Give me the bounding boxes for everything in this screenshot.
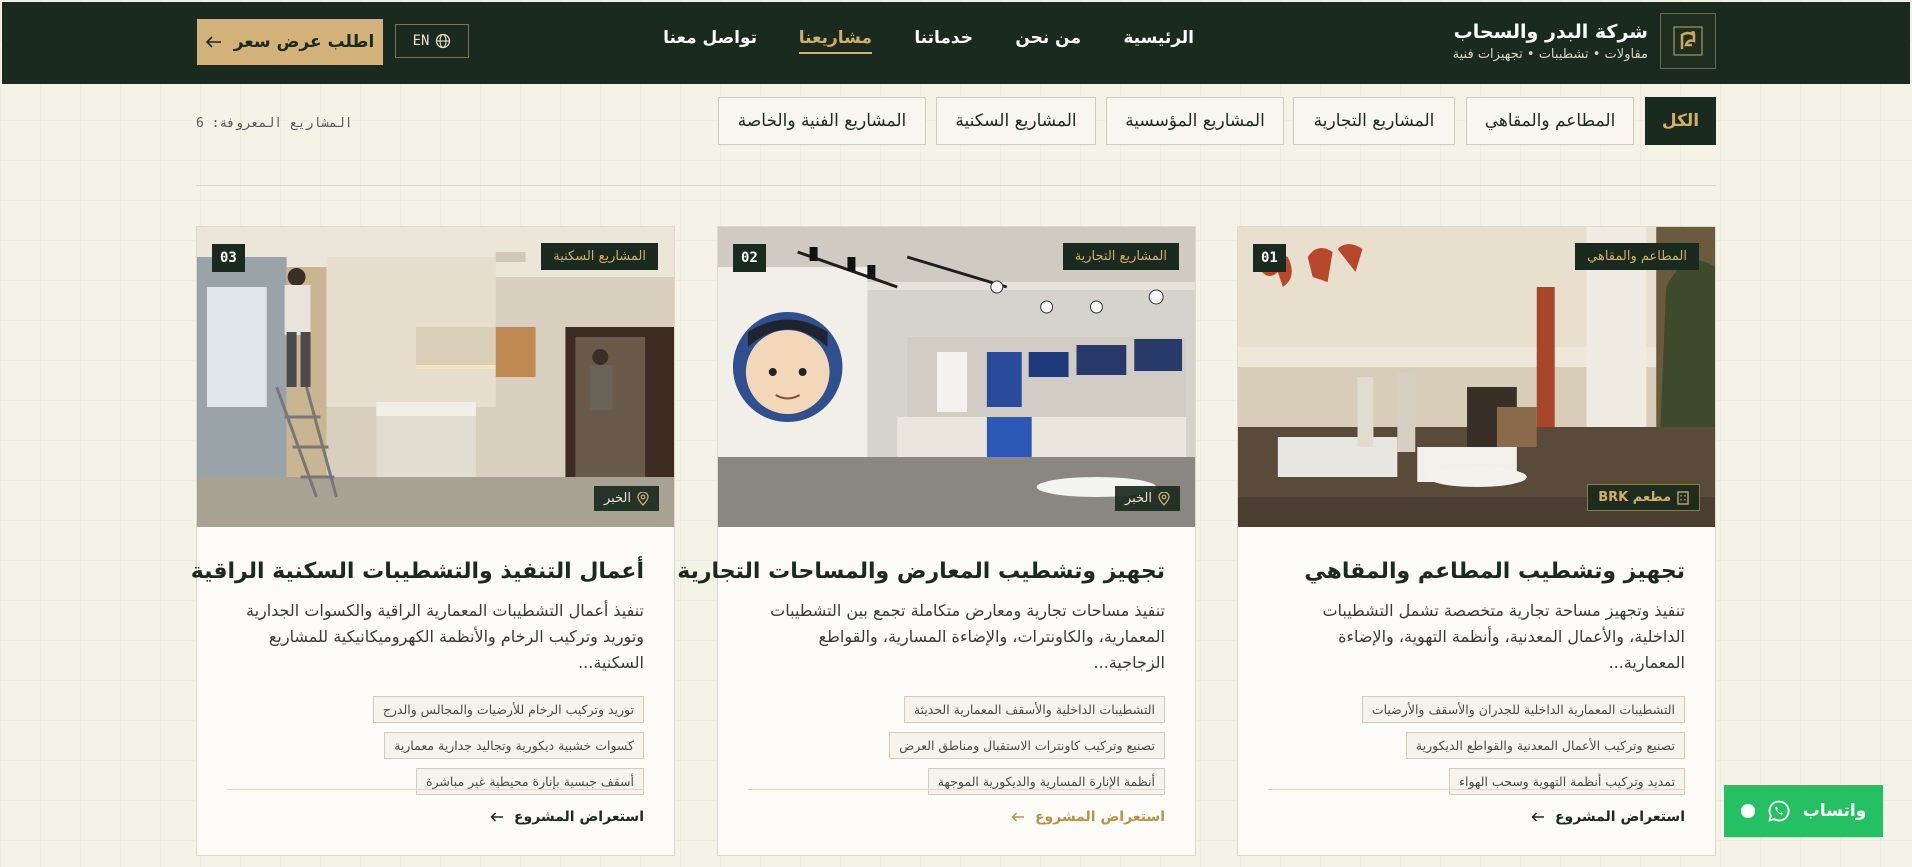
nav-home[interactable]: الرئيسية	[1123, 28, 1194, 48]
project-title: تجهيز وتشطيب المعارض والمساحات التجارية	[677, 559, 1165, 584]
whatsapp-button[interactable]: واتساب	[1724, 785, 1883, 837]
location-badge: الخبر	[593, 486, 659, 511]
request-quote-label: اطلب عرض سعر	[233, 32, 375, 52]
project-title: أعمال التنفيذ والتشطيبات السكنية الراقية	[190, 559, 644, 584]
location-badge: الخبر	[1114, 486, 1180, 511]
view-project-link[interactable]: استعراض المشروع	[490, 809, 644, 825]
project-tag: التشطيبات الداخلية والأسقف المعمارية الح…	[903, 696, 1165, 723]
project-description: تنفيذ مساحات تجارية ومعارض متكاملة تجمع …	[770, 601, 1165, 672]
whatsapp-icon	[1768, 800, 1790, 822]
project-card[interactable]: المشاريع التجارية 02 الخبر تجهيز وتشطيب …	[677, 226, 1196, 856]
project-tags: توريد وتركيب الرخام للأرضيات والمجالس وا…	[227, 696, 644, 795]
project-tag: كسوات خشبية ديكورية وتجاليد جدارية معمار…	[384, 732, 644, 759]
project-title: تجهيز وتشطيب المطاعم والمقاهي	[1304, 559, 1685, 584]
section-divider	[196, 185, 1716, 186]
project-image: المشاريع التجارية 02 الخبر	[718, 227, 1195, 527]
map-pin-icon	[1158, 491, 1170, 506]
filter-institutional[interactable]: المشاريع المؤسسية	[1106, 97, 1284, 145]
arrow-left-icon	[205, 36, 221, 48]
nav-services[interactable]: خدماتنا	[914, 28, 973, 48]
project-tag: التشطيبات المعمارية الداخلية للجدران وال…	[1361, 696, 1685, 723]
location-label: مطعم BRK	[1598, 490, 1671, 505]
nav-contact[interactable]: تواصل معنا	[663, 28, 757, 48]
project-tags: التشطيبات الداخلية والأسقف المعمارية الح…	[748, 696, 1165, 795]
filter-residential[interactable]: المشاريع السكنية	[936, 97, 1096, 145]
project-number: 02	[733, 244, 766, 272]
location-label: الخبر	[1124, 491, 1152, 506]
project-card[interactable]: المطاعم والمقاهي 01 مطعم BRK تجهيز وتشطي…	[1237, 226, 1716, 856]
request-quote-button[interactable]: اطلب عرض سعر	[197, 19, 383, 65]
whatsapp-label: واتساب	[1802, 801, 1867, 821]
project-tag: أسقف جبسية بإنارة محيطية غير مباشرة	[415, 768, 644, 795]
project-tag: تصنيع وتركيب كاونترات الاستقبال ومناطق ا…	[889, 732, 1165, 759]
card-divider	[748, 789, 1165, 790]
view-project-link[interactable]: استعراض المشروع	[1011, 809, 1165, 825]
globe-icon	[436, 33, 451, 49]
project-tag: تصنيع وتركيب الأعمال المعدنية والقواطع ا…	[1405, 732, 1685, 759]
card-divider	[1268, 789, 1685, 790]
project-tag: توريد وتركيب الرخام للأرضيات والمجالس وا…	[372, 696, 644, 723]
project-number: 01	[1253, 244, 1286, 272]
project-number: 03	[212, 244, 245, 272]
arrow-left-icon	[1011, 812, 1024, 822]
building-icon	[1677, 490, 1689, 505]
view-project-label: استعراض المشروع	[1554, 809, 1685, 825]
project-tag: أنظمة الإنارة المسارية والديكورية الموجه…	[927, 768, 1165, 795]
filter-restaurants[interactable]: المطاعم والمقاهي	[1466, 97, 1634, 145]
map-pin-icon	[637, 491, 649, 506]
language-toggle-button[interactable]: EN	[395, 24, 469, 58]
project-card[interactable]: المشاريع السكنية 03 الخبر أعمال التنفيذ …	[190, 226, 675, 856]
filter-commercial[interactable]: المشاريع التجارية	[1293, 97, 1455, 145]
location-label: الخبر	[603, 491, 631, 506]
arrow-left-icon	[1531, 812, 1544, 822]
view-project-link[interactable]: استعراض المشروع	[1531, 809, 1685, 825]
site-header: شركة البدر والسحاب مقاولات • تشطيبات • ت…	[2, 2, 1910, 84]
projects-count: المشاريع المعروفة: 6	[196, 116, 353, 131]
filter-all[interactable]: الكل	[1645, 97, 1716, 145]
category-badge: المطاعم والمقاهي	[1575, 243, 1699, 270]
category-badge: المشاريع السكنية	[541, 243, 658, 270]
location-badge: مطعم BRK	[1587, 484, 1700, 511]
category-badge: المشاريع التجارية	[1062, 243, 1179, 270]
online-status-dot	[1740, 804, 1755, 818]
card-divider	[227, 789, 644, 790]
project-image: المطاعم والمقاهي 01 مطعم BRK	[1238, 227, 1715, 527]
filter-art-special[interactable]: المشاريع الفنية والخاصة	[718, 97, 926, 145]
project-tags: التشطيبات المعمارية الداخلية للجدران وال…	[1268, 696, 1685, 795]
project-description: تنفيذ أعمال التشطيبات المعمارية الراقية …	[246, 601, 644, 672]
nav-projects[interactable]: مشاريعنا	[798, 28, 873, 54]
project-tag: تمديد وتركيب أنظمة التهوية وسحب الهواء	[1449, 768, 1685, 795]
arrow-left-icon	[490, 812, 503, 822]
nav-about[interactable]: من نحن	[1015, 28, 1081, 48]
view-project-label: استعراض المشروع	[1034, 809, 1165, 825]
project-image: المشاريع السكنية 03 الخبر	[197, 227, 674, 527]
project-description: تنفيذ وتجهيز مساحة تجارية متخصصة تشمل ال…	[1322, 601, 1685, 672]
view-project-label: استعراض المشروع	[513, 809, 644, 825]
language-label: EN	[412, 33, 430, 49]
